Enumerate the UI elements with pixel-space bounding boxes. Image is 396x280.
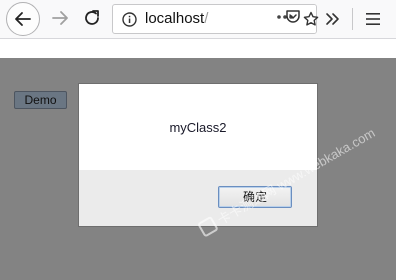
url-path: /: [204, 10, 209, 27]
forward-button[interactable]: [46, 4, 74, 32]
url-text[interactable]: localhost/: [145, 10, 208, 27]
reload-icon: [85, 10, 99, 25]
info-icon[interactable]: [122, 12, 137, 27]
forward-arrow-icon: [52, 11, 68, 25]
bookmark-star-icon: [303, 11, 319, 26]
dialog-message: myClass2: [169, 120, 227, 135]
back-arrow-icon: [15, 12, 31, 26]
browser-toolbar: localhost/: [0, 0, 396, 38]
hamburger-menu-icon: [366, 13, 380, 25]
url-host: localhost: [145, 10, 205, 27]
overflow-button[interactable]: [322, 6, 344, 32]
toolbar-separator: [352, 8, 353, 30]
reload-button[interactable]: [78, 4, 106, 32]
pocket-button[interactable]: [282, 4, 304, 30]
alert-dialog: myClass2 确定: [78, 83, 318, 227]
menu-button[interactable]: [362, 6, 384, 32]
demo-button[interactable]: Demo: [14, 91, 67, 109]
back-button[interactable]: [6, 2, 40, 36]
pocket-icon: [286, 10, 300, 23]
overflow-icon: [326, 13, 339, 25]
bookmark-button[interactable]: [302, 8, 320, 30]
